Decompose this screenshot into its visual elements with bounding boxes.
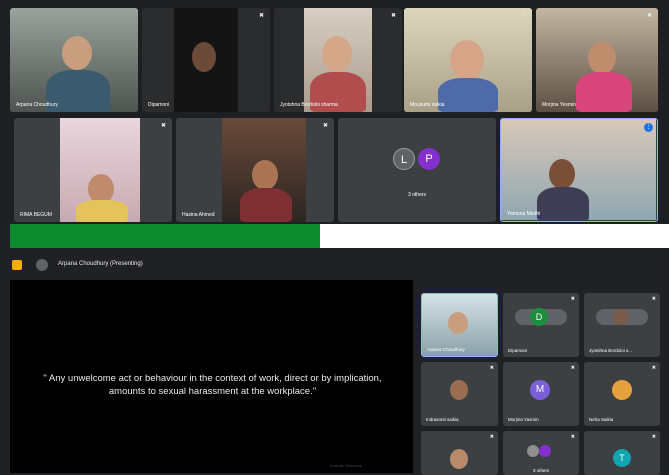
presenting-label: Arpana Choudhury (Presenting) [58,261,143,267]
participant-grid: Arpana Choudhury ✖ Dipamoni ✖ Jyotshna B… [0,0,669,224]
avatar-d: D [530,308,548,326]
mic-muted-icon: ✖ [489,434,494,440]
side-participant-tile[interactable]: M ✖ Morjina Yasmin [503,362,579,426]
presenting-bar: Arpana Choudhury (Presenting) [0,256,669,274]
progress-band [10,224,320,248]
participant-name: 3 others [533,468,550,473]
participant-face [192,42,216,72]
side-participant-tile[interactable]: ✖ Indrasonti saikia [421,362,498,426]
participant-body [537,187,589,221]
mic-muted-icon: ✖ [390,13,397,19]
avatar-t: T [613,449,631,467]
more-options-icon[interactable]: ⋮ [644,123,653,132]
mic-muted-icon: ✖ [646,13,653,19]
mic-muted-icon: ✖ [322,123,329,129]
side-participant-tile[interactable]: ✖ 3 others [503,431,579,475]
avatar-p: P [418,148,440,170]
mic-muted-icon: ✖ [570,434,575,440]
mic-muted-icon: ✖ [489,365,494,371]
others-label: 3 others [407,192,427,198]
participant-name: Jyotshna Bordoloi sharma [280,102,338,108]
participant-face [322,36,352,72]
mic-muted-icon: ✖ [651,296,656,302]
participant-face [252,160,278,190]
mic-muted-icon: ✖ [570,296,575,302]
participant-name: Yamuna Medhi [507,211,541,217]
participant-face [450,449,468,469]
side-participant-tile[interactable]: ✖ Neha Saikia [584,362,660,426]
window-edge [0,224,10,248]
side-participant-tile[interactable]: ✖ Jyotshna Bordoloi s... [584,293,660,357]
watermark: Activate Windows [330,463,362,468]
participant-name: Arpana Choudhury [16,102,58,108]
meet-screenshot: Arpana Choudhury ✖ Dipamoni ✖ Jyotshna B… [0,0,669,475]
participant-face [448,312,468,334]
side-participant-tile[interactable]: T ✖ [584,431,660,475]
participant-name: RIMA BEGUM [20,212,52,218]
participant-tile[interactable]: ✖ RIMA BEGUM [14,118,172,222]
participant-name: Mousumi saikia [410,102,445,108]
participant-face [612,380,632,400]
participant-tile[interactable]: ✖ Dipamoni [142,8,270,112]
mic-muted-icon: ✖ [651,434,656,440]
participant-face [588,42,616,74]
participant-tile-active[interactable]: ⋮ Yamuna Medhi [500,118,658,222]
mic-muted-icon: ✖ [258,13,265,19]
others-tile[interactable]: L P 3 others [338,118,496,222]
participant-name: Indrasonti saikia [426,417,459,422]
participant-face [549,159,575,189]
avatar-stack [539,445,551,457]
present-icon[interactable] [12,260,22,270]
mic-muted-icon: ○ [521,13,526,19]
side-participant-tile[interactable]: D ✖ Dipamoni [503,293,579,357]
participant-body [240,188,292,222]
avatar-l: L [393,148,415,170]
participant-name: Neha Saikia [589,417,614,422]
participant-name: Dipamoni [148,102,170,108]
side-participant-tile[interactable]: Arpana Choudhury [421,293,498,357]
slide-quote: " Any unwelcome act or behaviour in the … [43,373,382,397]
participant-face [450,380,468,400]
participant-tile[interactable]: ○ Mousumi saikia [404,8,532,112]
participant-face [613,309,629,325]
avatar-stack [527,445,539,457]
participant-tile[interactable]: ✖ Hasina Ahmed [176,118,334,222]
avatar-m: M [530,380,550,400]
participant-body [438,78,498,112]
mic-muted-icon: ✖ [160,123,167,129]
participant-face [450,40,484,80]
participant-name: Arpana Choudhury [427,347,465,352]
mic-muted-icon: ✖ [570,365,575,371]
participant-tile[interactable]: Arpana Choudhury [10,8,138,112]
participant-name: Jyotshna Bordoloi s... [589,348,633,353]
side-participant-tile[interactable]: ✖ [421,431,498,475]
participant-name: Morjina Yesmin [542,102,576,108]
participant-tile[interactable]: ✖ Jyotshna Bordoloi sharma [274,8,402,112]
participant-body [576,72,632,112]
presenter-avatar [36,259,48,271]
participant-name: Morjina Yasmin [508,417,539,422]
participant-face [62,36,92,70]
participant-name: Dipamoni [508,348,528,353]
participant-tile[interactable]: ✖ Morjina Yesmin [536,8,658,112]
participant-body [76,200,128,222]
participant-name: Hasina Ahmed [182,212,215,218]
mic-muted-icon: ✖ [651,365,656,371]
blank-band [320,224,669,248]
